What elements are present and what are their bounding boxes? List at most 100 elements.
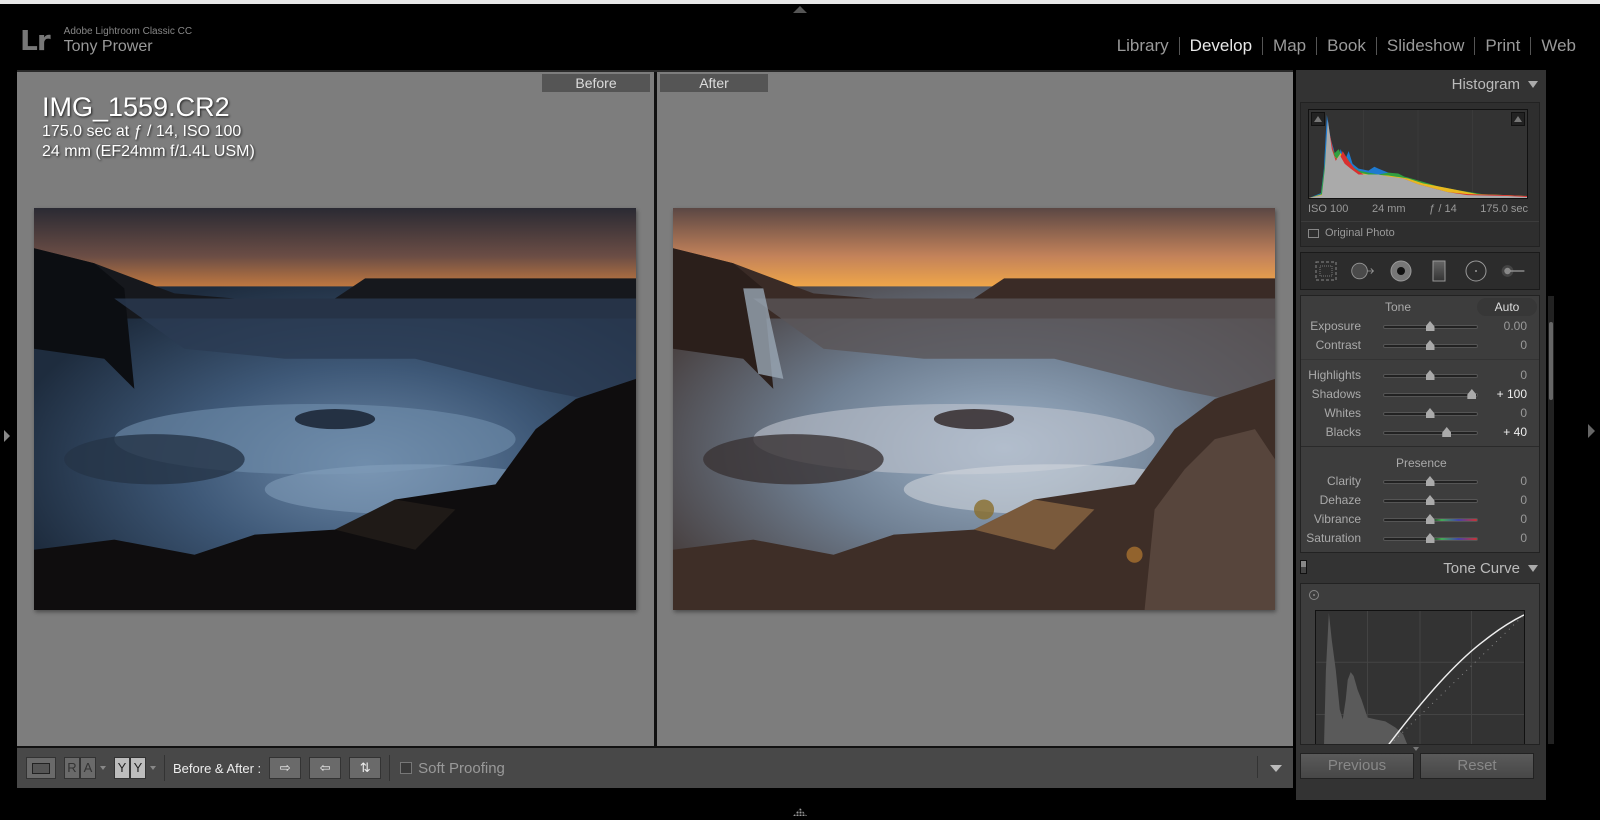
slider-thumb[interactable] [1425, 340, 1435, 350]
histogram-graph[interactable] [1308, 109, 1528, 199]
slider-value[interactable]: 0 [1520, 512, 1527, 526]
before-after-side-by-side-button[interactable]: Y Y [114, 757, 146, 779]
slider-track[interactable] [1383, 514, 1478, 524]
highlight-clipping-button[interactable] [1511, 112, 1525, 126]
show-left-panel-arrow-icon[interactable] [4, 430, 10, 442]
module-picker: Library Develop Map Book Slideshow Print… [1107, 36, 1586, 56]
reset-button[interactable]: Reset [1420, 753, 1534, 779]
slider-exposure: Exposure 0.00 [1301, 317, 1541, 335]
red-eye-tool[interactable] [1388, 258, 1414, 284]
module-map[interactable]: Map [1263, 36, 1316, 56]
show-top-panel-arrow-icon[interactable] [793, 6, 807, 13]
slider-value[interactable]: 0.00 [1504, 319, 1527, 333]
slider-track[interactable] [1383, 408, 1478, 418]
slider-track[interactable] [1383, 533, 1478, 543]
show-filmstrip-arrow-icon[interactable] [793, 808, 807, 816]
original-photo-toggle[interactable]: Original Photo [1308, 227, 1395, 239]
slider-label: Highlights [1308, 368, 1361, 382]
module-develop[interactable]: Develop [1180, 36, 1262, 56]
previous-button[interactable]: Previous [1300, 753, 1414, 779]
adjustment-brush-tool[interactable] [1501, 258, 1527, 284]
lightroom-logo: Lr [20, 24, 51, 57]
before-half-label: R [64, 757, 80, 779]
view-mode-dropdown-icon[interactable] [150, 766, 156, 770]
graduated-filter-tool[interactable] [1426, 258, 1452, 284]
panel-switch-toggle[interactable] [1300, 560, 1307, 574]
after-photo[interactable] [673, 208, 1275, 610]
soft-proofing-checkbox[interactable] [400, 762, 413, 774]
slider-track[interactable] [1383, 340, 1478, 350]
histogram-header[interactable]: Histogram [1296, 70, 1546, 98]
histogram-divider [1301, 221, 1539, 222]
radial-filter-tool[interactable] [1463, 258, 1489, 284]
slider-value[interactable]: 0 [1520, 338, 1527, 352]
slider-track[interactable] [1383, 389, 1478, 399]
identity-plate: Lr Adobe Lightroom Classic CC Tony Prowe… [20, 26, 192, 56]
presence-section-title: Presence [1396, 456, 1447, 470]
module-slideshow[interactable]: Slideshow [1377, 36, 1475, 56]
slider-saturation: Saturation 0 [1301, 529, 1541, 547]
right-panel-scrollbar[interactable] [1548, 296, 1554, 744]
slider-value[interactable]: + 100 [1497, 387, 1527, 401]
module-web[interactable]: Web [1531, 36, 1586, 56]
slider-track[interactable] [1383, 476, 1478, 486]
slider-value[interactable]: 0 [1520, 493, 1527, 507]
original-photo-checkbox[interactable] [1308, 228, 1319, 238]
before-after-label: Before & After : [173, 760, 262, 776]
slider-track[interactable] [1383, 495, 1478, 505]
red-eye-icon [1390, 260, 1412, 282]
slider-value[interactable]: 0 [1520, 531, 1527, 545]
slider-thumb[interactable] [1467, 389, 1477, 399]
slider-value[interactable]: 0 [1520, 406, 1527, 420]
slider-thumb[interactable] [1425, 476, 1435, 486]
shutter-readout: 175.0 sec [1480, 203, 1528, 215]
scrollbar-thumb[interactable] [1549, 322, 1553, 400]
crop-tool[interactable] [1313, 258, 1339, 284]
collapse-triangle-icon[interactable] [1528, 565, 1538, 572]
module-book[interactable]: Book [1317, 36, 1376, 56]
targeted-adjustment-icon[interactable] [1309, 590, 1319, 600]
slider-thumb[interactable] [1442, 427, 1452, 437]
right-panel: Histogram ISO 100 24 mm ƒ / 14 175.0 sec [1296, 70, 1546, 800]
original-photo-label: Original Photo [1325, 227, 1395, 239]
window-top-strip [0, 0, 1600, 4]
spot-removal-tool[interactable] [1350, 258, 1376, 284]
module-print[interactable]: Print [1475, 36, 1530, 56]
slider-track[interactable] [1383, 370, 1478, 380]
loupe-view-button[interactable] [26, 757, 56, 779]
copy-after-to-before-button[interactable]: ⇦ [309, 757, 342, 779]
shadow-clipping-button[interactable] [1311, 112, 1325, 126]
slider-label: Exposure [1310, 319, 1361, 333]
slider-thumb[interactable] [1425, 514, 1435, 524]
slider-value[interactable]: + 40 [1503, 425, 1527, 439]
copy-before-to-after-button[interactable]: ⇨ [269, 757, 302, 779]
collapse-triangle-icon[interactable] [1528, 81, 1538, 88]
slider-value[interactable]: 0 [1520, 474, 1527, 488]
after-half-label: Y [130, 757, 146, 779]
show-right-panel-arrow-icon[interactable] [1588, 424, 1595, 438]
swap-before-after-button[interactable]: ⇅ [349, 757, 382, 779]
slider-clarity: Clarity 0 [1301, 472, 1541, 490]
tone-curve-graph[interactable] [1315, 610, 1525, 744]
auto-tone-button[interactable]: Auto [1477, 298, 1537, 316]
slider-vibrance: Vibrance 0 [1301, 510, 1541, 528]
module-library[interactable]: Library [1107, 36, 1179, 56]
toolbar-content-dropdown-icon[interactable] [1270, 765, 1282, 772]
slider-shadows: Shadows + 100 [1301, 385, 1541, 403]
slider-track[interactable] [1383, 321, 1478, 331]
aperture-readout: ƒ / 14 [1429, 203, 1457, 215]
slider-group-divider [1301, 359, 1539, 360]
radial-filter-icon [1465, 260, 1487, 282]
slider-thumb[interactable] [1425, 370, 1435, 380]
tone-curve-header[interactable]: Tone Curve [1296, 554, 1546, 582]
view-mode-dropdown-icon[interactable] [100, 766, 106, 770]
slider-thumb[interactable] [1425, 533, 1435, 543]
slider-thumb[interactable] [1425, 408, 1435, 418]
slider-track[interactable] [1383, 427, 1478, 437]
slider-value[interactable]: 0 [1520, 368, 1527, 382]
slider-thumb[interactable] [1425, 495, 1435, 505]
before-after-left-right-button[interactable]: R A [64, 757, 96, 779]
slider-thumb[interactable] [1425, 321, 1435, 331]
before-photo[interactable] [34, 208, 636, 610]
arrow-left-icon: ⇦ [319, 760, 331, 776]
